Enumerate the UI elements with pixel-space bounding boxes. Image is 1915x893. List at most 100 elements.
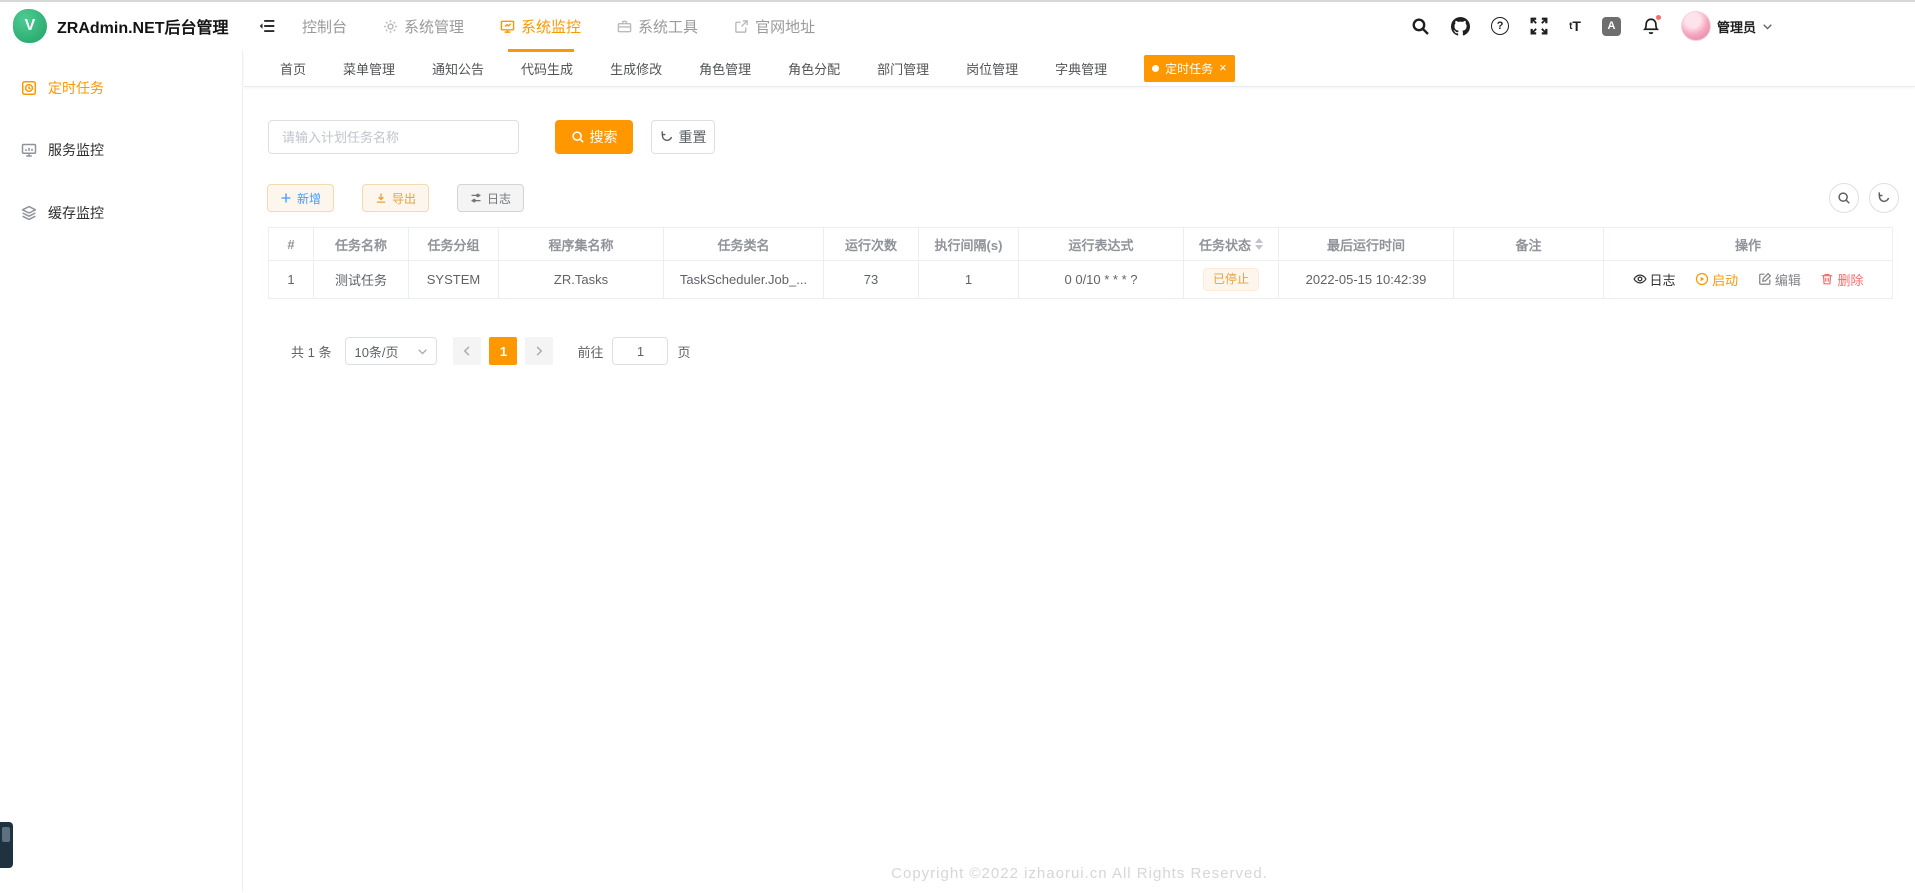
notification-badge (1655, 14, 1662, 21)
nav-tools-label: 系统工具 (638, 16, 698, 37)
font-size-icon[interactable]: tT (1569, 18, 1581, 34)
tag-generation-edit[interactable]: 生成修改 (610, 59, 662, 78)
page-number-1[interactable]: 1 (489, 337, 517, 365)
nav-item-tools[interactable]: 系统工具 (617, 2, 698, 50)
search-button[interactable]: 搜索 (555, 120, 633, 154)
row-delete-label: 删除 (1837, 270, 1863, 289)
tag-code-generation[interactable]: 代码生成 (521, 59, 573, 78)
main-content: 搜索 重置 新增 导出 日志 # 任务名称 任务分组 程序集名 (244, 87, 1915, 893)
total-count: 共 1 条 (291, 342, 331, 361)
nav-website-label: 官网地址 (755, 16, 815, 37)
sort-icon[interactable] (1255, 238, 1263, 250)
external-link-icon (734, 19, 749, 34)
row-edit-label: 编辑 (1775, 270, 1801, 289)
sidebar-item-service-monitor[interactable]: 服务监控 (0, 125, 242, 175)
prev-page-button[interactable] (453, 337, 481, 365)
translate-icon[interactable]: A (1602, 17, 1621, 36)
github-icon[interactable] (1451, 17, 1470, 36)
table-header-row: # 任务名称 任务分组 程序集名称 任务类名 运行次数 执行间隔(s) 运行表达… (269, 228, 1893, 261)
row-log-link[interactable]: 日志 (1633, 270, 1676, 289)
chevron-down-icon (417, 346, 428, 357)
search-mini-icon (1837, 191, 1851, 205)
toggle-search-button[interactable] (1829, 183, 1859, 213)
translate-letter: A (1602, 17, 1621, 36)
help-icon[interactable]: ? (1491, 17, 1509, 35)
page-unit-label: 页 (677, 342, 690, 361)
nav-system-label: 系统管理 (404, 16, 464, 37)
cell-job-class: TaskScheduler.Job_... (664, 261, 824, 299)
trash-icon (1820, 272, 1834, 286)
layers-icon (21, 205, 37, 221)
log-button[interactable]: 日志 (457, 184, 524, 212)
reset-button[interactable]: 重置 (651, 120, 715, 154)
page-size-value: 10条/页 (354, 342, 398, 361)
status-badge: 已停止 (1203, 268, 1259, 291)
server-monitor-icon (21, 142, 37, 158)
header-expression: 运行表达式 (1019, 228, 1184, 261)
header-assembly: 程序集名称 (499, 228, 664, 261)
export-button[interactable]: 导出 (362, 184, 429, 212)
header-status: 任务状态 (1184, 228, 1279, 261)
close-icon[interactable]: × (1219, 63, 1227, 73)
sidebar-collapse-icon[interactable] (258, 17, 276, 35)
nav-item-website[interactable]: 官网地址 (734, 2, 815, 50)
sidebar-item-label: 缓存监控 (48, 203, 104, 223)
sidebar-item-label: 定时任务 (48, 78, 104, 98)
logo-letter: V (25, 17, 36, 35)
row-edit-link[interactable]: 编辑 (1758, 270, 1801, 289)
avatar[interactable] (1681, 11, 1711, 41)
username: 管理员 (1717, 17, 1756, 36)
settings-drawer-handle[interactable] (0, 822, 13, 868)
tag-post-management[interactable]: 岗位管理 (966, 59, 1018, 78)
nav-item-console[interactable]: 控制台 (302, 2, 347, 50)
add-button-label: 新增 (297, 190, 321, 207)
tag-menu-management[interactable]: 菜单管理 (343, 59, 395, 78)
footer: Copyright ©2022 izhaorui.cn All Rights R… (244, 857, 1915, 889)
tag-home[interactable]: 首页 (280, 59, 306, 78)
task-name-input[interactable] (268, 120, 519, 154)
fullscreen-icon[interactable] (1530, 17, 1548, 35)
tag-notice[interactable]: 通知公告 (432, 59, 484, 78)
sidebar-item-scheduled-tasks[interactable]: 定时任务 (0, 63, 242, 113)
cell-task-group: SYSTEM (409, 261, 499, 299)
row-start-link[interactable]: 启动 (1695, 270, 1738, 289)
header-last-run: 最后运行时间 (1279, 228, 1454, 261)
cell-assembly: ZR.Tasks (499, 261, 664, 299)
refresh-mini-icon (1877, 191, 1891, 205)
notification-bell-icon[interactable] (1642, 17, 1660, 35)
eye-icon (1633, 272, 1647, 286)
table-row: 1 测试任务 SYSTEM ZR.Tasks TaskScheduler.Job… (269, 261, 1893, 299)
refresh-icon (660, 130, 674, 144)
top-navigation: 控制台 系统管理 系统监控 (302, 2, 815, 50)
goto-page-input[interactable] (612, 337, 668, 365)
header-index: # (269, 228, 314, 261)
tag-role-management[interactable]: 角色管理 (699, 59, 751, 78)
tag-department-management[interactable]: 部门管理 (877, 59, 929, 78)
nav-monitor-label: 系统监控 (521, 16, 581, 37)
top-actions: ? tT A 管理员 (1411, 2, 1773, 50)
tag-dictionary-management[interactable]: 字典管理 (1055, 59, 1107, 78)
sidebar-item-cache-monitor[interactable]: 缓存监控 (0, 188, 242, 238)
nav-item-system[interactable]: 系统管理 (383, 2, 464, 50)
nav-item-monitor[interactable]: 系统监控 (500, 2, 581, 50)
user-menu[interactable]: 管理员 (1681, 11, 1773, 41)
refresh-table-button[interactable] (1869, 183, 1899, 213)
gear-icon (383, 19, 398, 34)
question-mark: ? (1491, 17, 1509, 35)
page-size-select[interactable]: 10条/页 (345, 337, 437, 365)
tag-scheduled-tasks-active[interactable]: 定时任务 × (1144, 55, 1235, 82)
row-delete-link[interactable]: 删除 (1820, 270, 1863, 289)
search-icon[interactable] (1411, 17, 1430, 36)
cell-actions: 日志 启动 编辑 删除 (1604, 261, 1893, 299)
app-logo: V (13, 9, 47, 43)
cell-remark (1454, 261, 1604, 299)
chevron-left-icon (461, 345, 473, 357)
briefcase-icon (617, 19, 632, 34)
search-small-icon (571, 130, 585, 144)
next-page-button[interactable] (525, 337, 553, 365)
add-button[interactable]: 新增 (267, 184, 334, 212)
top-bar: V ZRAdmin.NET后台管理 控制台 系统管理 (0, 2, 1915, 50)
chevron-right-icon (533, 345, 545, 357)
export-button-label: 导出 (392, 190, 416, 207)
tag-role-assignment[interactable]: 角色分配 (788, 59, 840, 78)
